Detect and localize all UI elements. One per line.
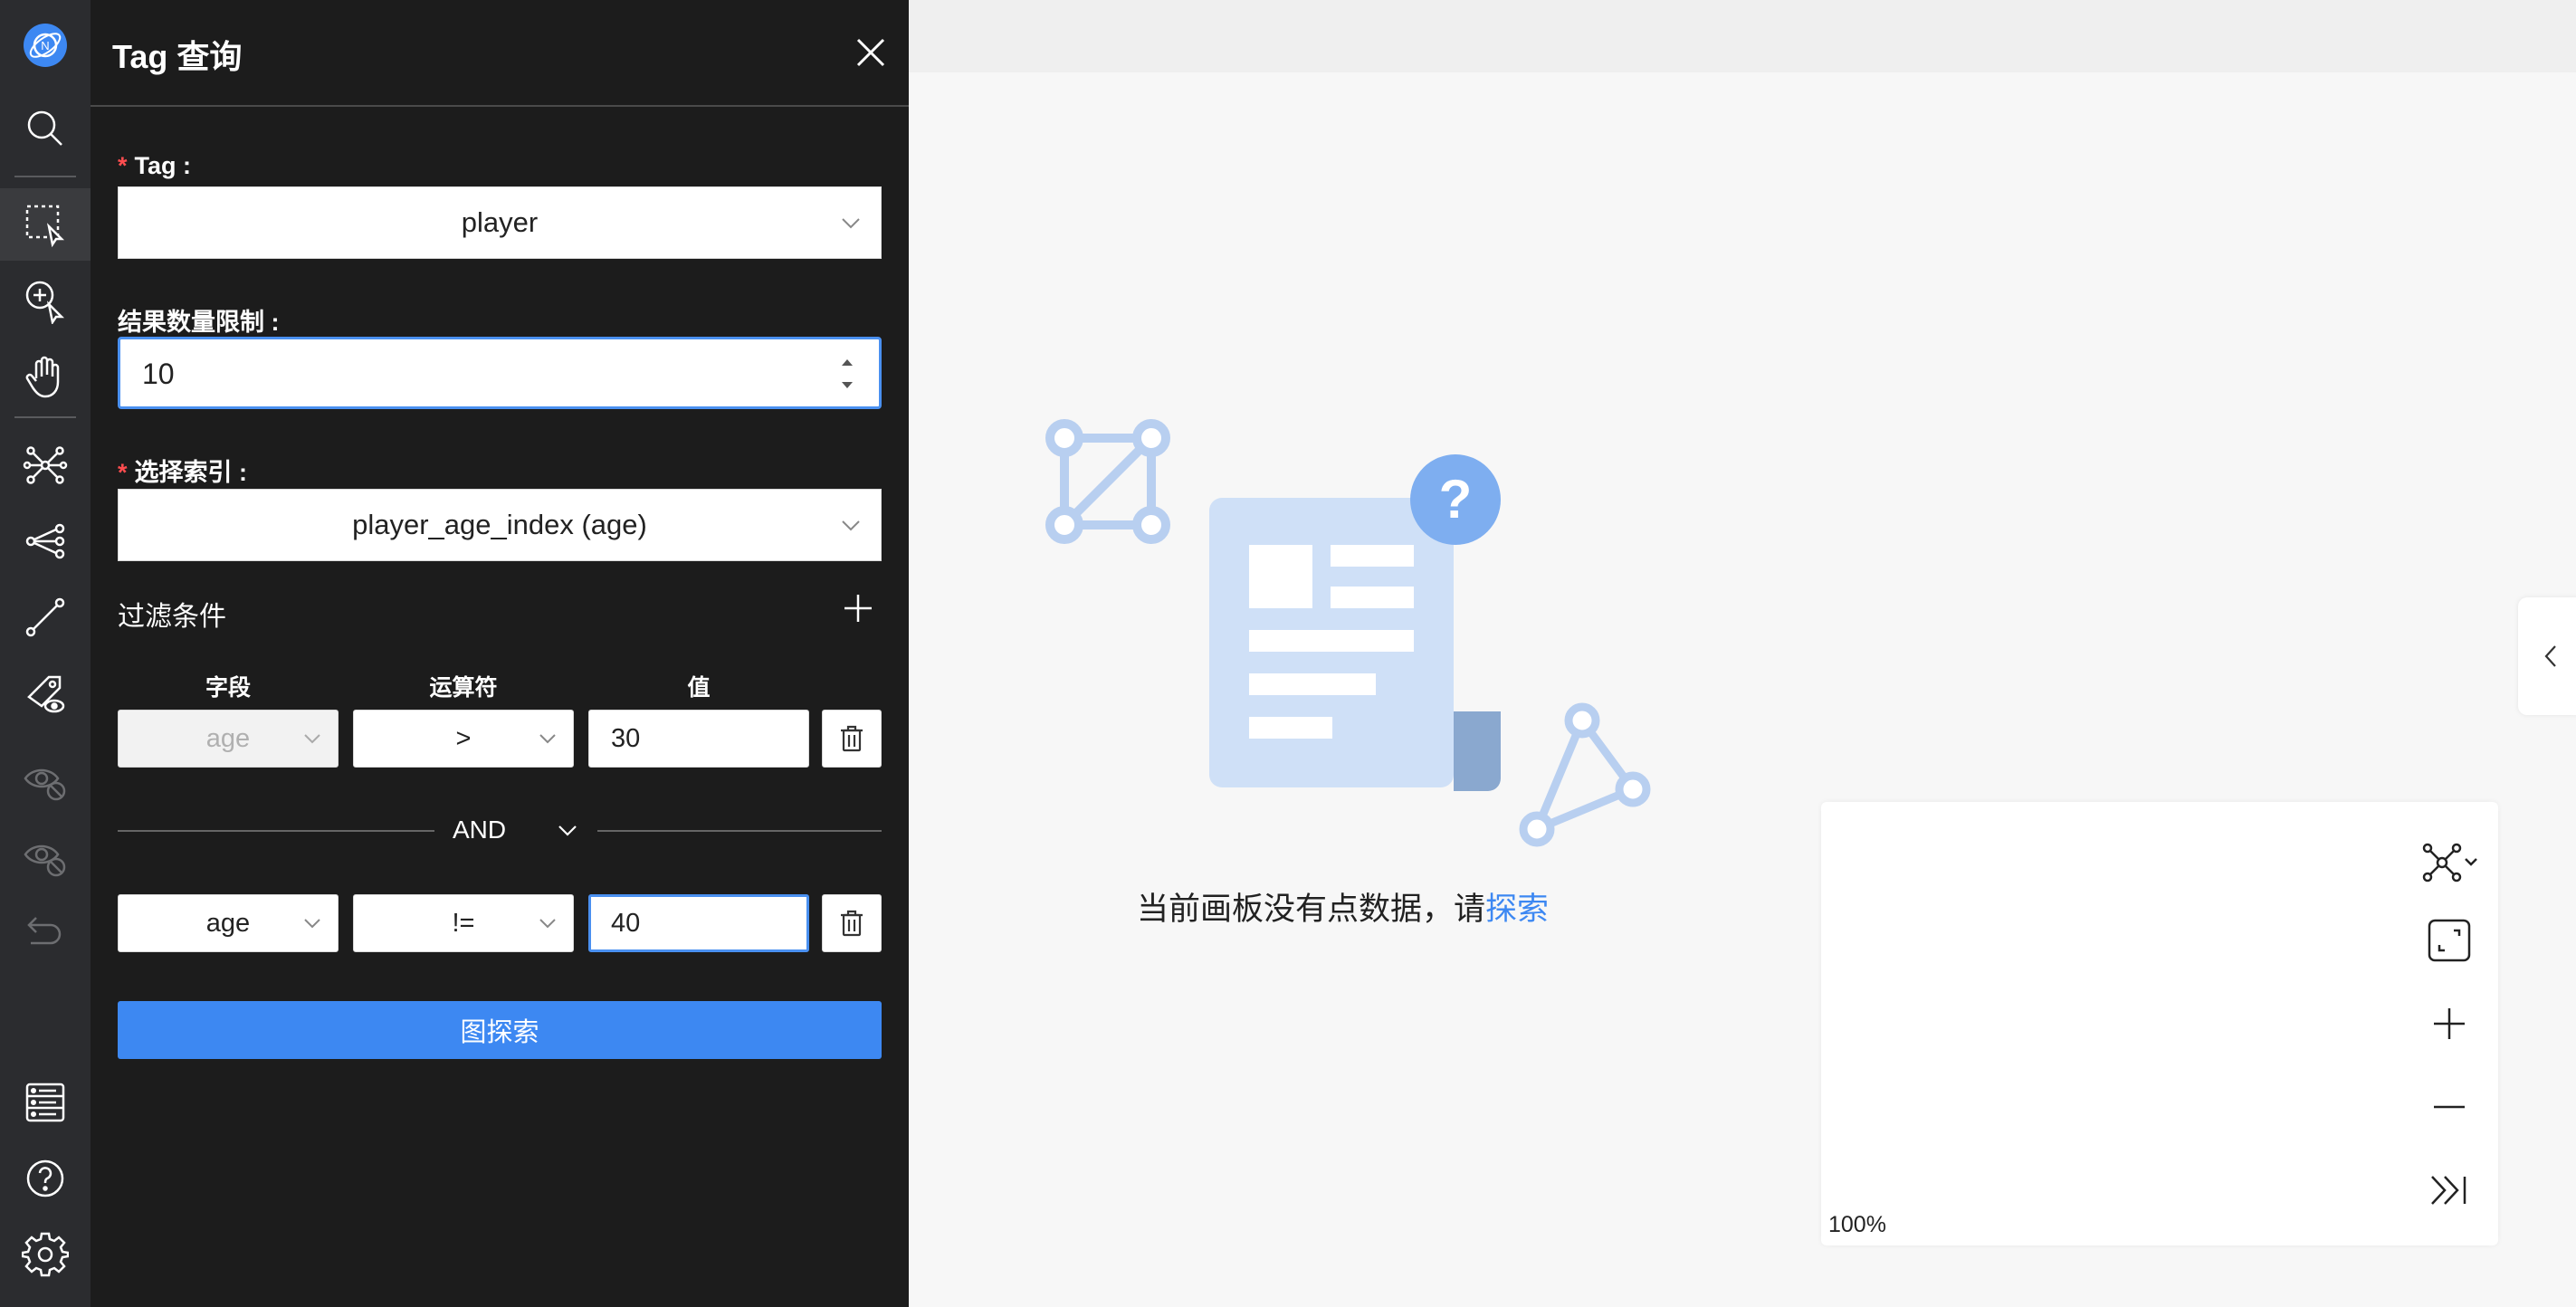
add-filter-icon[interactable] [842,592,874,625]
sidebar-toggle-button[interactable] [2518,597,2576,715]
help-icon[interactable] [0,1142,91,1215]
tag-label: * Tag : [118,152,192,179]
index-select[interactable]: player_age_index (age) [118,489,882,561]
chevron-down-icon [842,218,860,229]
empty-state-illustration: ? [1045,419,1651,847]
chevron-down-icon [539,919,556,929]
hide-all-icon[interactable] [0,820,91,892]
drawer-title: Tag 查询 [112,38,243,75]
condition-operator-value: > [455,723,472,753]
chevron-left-icon [2544,645,2556,667]
explore-link[interactable]: 探索 [1485,892,1549,927]
search-icon[interactable] [0,92,91,165]
close-icon[interactable] [853,34,889,71]
chevron-down-icon [842,520,860,531]
edge-icon[interactable] [0,581,91,654]
explore-button[interactable]: 图探索 [118,1001,882,1059]
canvas-topbar [909,0,2576,72]
zoom-in-button[interactable] [2413,992,2485,1055]
tool-rail: N [0,0,91,1307]
delete-condition-button[interactable] [822,894,882,952]
hand-icon[interactable] [0,340,91,413]
condition-value-input[interactable]: 40 [588,894,809,952]
zoom-level: 100% [1828,1212,1886,1237]
svg-text:?: ? [1439,469,1473,529]
share-icon[interactable] [0,505,91,577]
layout-button[interactable] [2413,831,2485,894]
delete-condition-button[interactable] [822,710,882,768]
rail-divider [14,176,76,177]
hide-icon[interactable] [0,744,91,816]
tag-query-drawer: Tag 查询 * Tag : player 结果数量限制 : 10 * 选择索引 :… [91,0,909,1307]
index-select-value: player_age_index (age) [352,509,647,540]
empty-state-text: 当前画板没有点数据，请 [1137,892,1486,927]
stepper-icon[interactable] [837,352,857,396]
and-divider[interactable]: AND [118,810,882,852]
condition-field-value: age [205,723,251,753]
condition-field-select[interactable]: age [118,894,339,952]
trash-icon [841,910,863,937]
chevron-down-icon [558,825,577,836]
collapse-icon [2431,1176,2466,1205]
select-icon[interactable] [0,188,91,261]
undo-icon[interactable] [0,896,91,968]
logo-icon[interactable]: N [0,9,91,81]
rail-divider [14,416,76,418]
connector-label: AND [453,816,507,844]
settings-icon[interactable] [0,1218,91,1291]
zoom-out-icon [2434,1105,2465,1109]
layout-icon [2422,843,2477,882]
condition-field-select: age [118,710,339,768]
fit-view-button[interactable] [2413,909,2485,972]
collapse-button[interactable] [2413,1159,2485,1222]
condition-operator-value: != [452,908,475,938]
svg-text:N: N [41,39,49,52]
limit-input[interactable]: 10 [118,337,882,409]
filter-title: 过滤条件 [118,602,226,632]
condition-value: 30 [611,723,641,753]
trash-icon [841,725,863,752]
tag-select-value: player [461,206,539,238]
condition-operator-select[interactable]: > [353,710,574,768]
empty-state-message: 当前画板没有点数据，请探索 [1137,883,1549,930]
tag-view-icon[interactable] [0,657,91,730]
column-header-field: 字段 [205,675,251,701]
condition-value-input[interactable]: 30 [588,710,809,768]
zoom-out-button[interactable] [2413,1075,2485,1139]
condition-value: 40 [611,908,641,938]
zoom-in-icon [2434,1008,2465,1039]
graph-icon[interactable] [0,429,91,501]
column-header-value: 值 [687,675,711,701]
chevron-down-icon [304,734,320,744]
divider-line [597,830,882,832]
limit-value: 10 [142,358,175,390]
chevron-down-icon [539,734,556,744]
zoom-panel: 100% [1821,802,2498,1245]
column-header-operator: 运算符 [429,675,498,701]
node-expand-icon[interactable] [0,264,91,337]
drawer-header: Tag 查询 [91,0,909,107]
tag-select[interactable]: player [118,186,882,259]
index-label: * 选择索引 : [118,459,248,486]
list-icon[interactable] [0,1066,91,1139]
chevron-down-icon [304,919,320,929]
condition-field-value: age [205,908,251,938]
condition-operator-select[interactable]: != [353,894,574,952]
divider-line [118,830,434,832]
limit-label: 结果数量限制 : [118,309,280,336]
fit-icon [2428,919,2471,962]
